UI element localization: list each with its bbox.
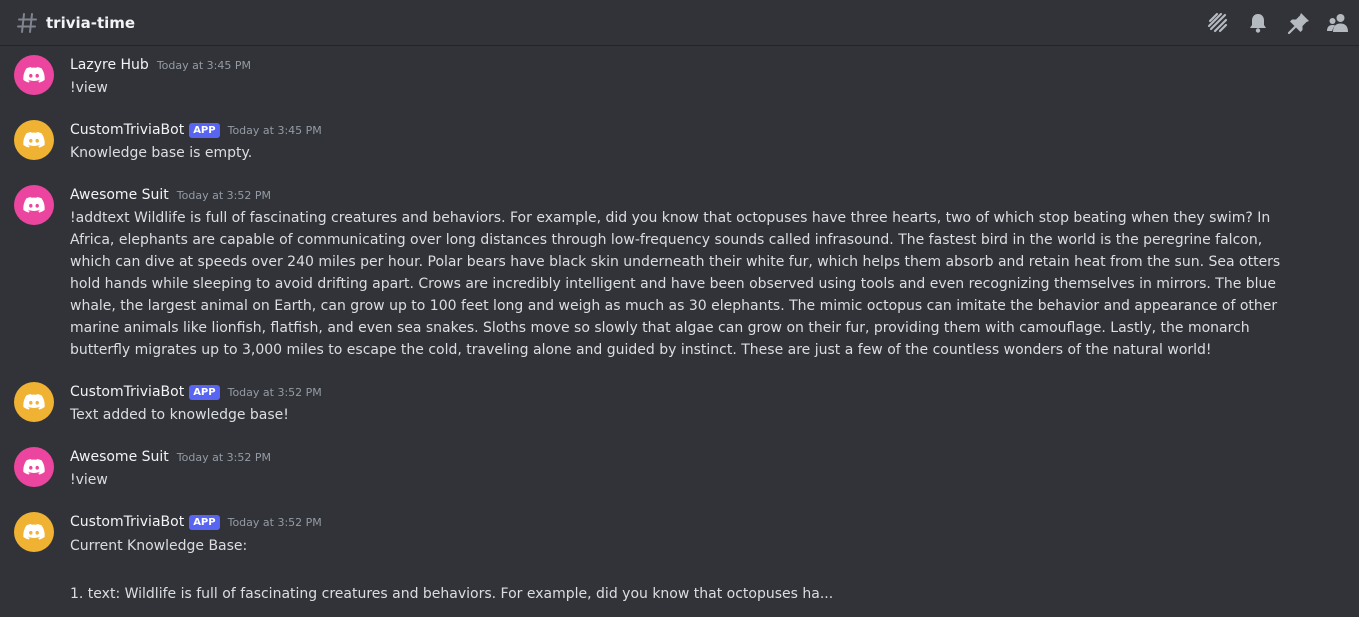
avatar[interactable] xyxy=(14,382,54,422)
timestamp: Today at 3:52 PM xyxy=(227,516,322,529)
pin-icon[interactable] xyxy=(1287,11,1311,35)
message-text: Text added to knowledge base! xyxy=(70,407,289,423)
message-header: CustomTriviaBot APP Today at 3:52 PM xyxy=(70,512,322,532)
message-header: Awesome Suit Today at 3:52 PM xyxy=(70,185,271,205)
timestamp: Today at 3:45 PM xyxy=(156,59,251,72)
timestamp: Today at 3:52 PM xyxy=(176,189,271,202)
channel-header: trivia-time xyxy=(0,0,1359,46)
avatar[interactable] xyxy=(14,512,54,552)
message-text: Current Knowledge Base: 1. text: Wildlif… xyxy=(70,538,834,602)
author-name[interactable]: Awesome Suit xyxy=(70,447,169,467)
channel-name: trivia-time xyxy=(46,14,136,32)
author-name[interactable]: CustomTriviaBot xyxy=(70,120,184,140)
message-text: !view xyxy=(70,80,108,96)
timestamp: Today at 3:45 PM xyxy=(227,124,322,137)
hash-icon xyxy=(17,13,37,33)
discord-logo-icon xyxy=(23,132,45,148)
message-header: Lazyre Hub Today at 3:45 PM xyxy=(70,55,251,75)
discord-logo-icon xyxy=(23,197,45,213)
message-text: Knowledge base is empty. xyxy=(70,145,253,161)
discord-logo-icon xyxy=(23,394,45,410)
author-name[interactable]: CustomTriviaBot xyxy=(70,382,184,402)
message-text: !addtext Wildlife is full of fascinating… xyxy=(70,210,1285,358)
timestamp: Today at 3:52 PM xyxy=(176,451,271,464)
discord-logo-icon xyxy=(23,67,45,83)
avatar[interactable] xyxy=(14,447,54,487)
message-header: CustomTriviaBot APP Today at 3:45 PM xyxy=(70,120,322,140)
discord-logo-icon xyxy=(23,524,45,540)
app-badge: APP xyxy=(189,123,220,138)
author-name[interactable]: Lazyre Hub xyxy=(70,55,149,75)
avatar[interactable] xyxy=(14,185,54,225)
timestamp: Today at 3:52 PM xyxy=(227,386,322,399)
members-icon[interactable] xyxy=(1326,11,1350,35)
threads-icon[interactable] xyxy=(1206,11,1230,35)
message-header: CustomTriviaBot APP Today at 3:52 PM xyxy=(70,382,322,402)
app-badge: APP xyxy=(189,515,220,530)
avatar[interactable] xyxy=(14,55,54,95)
app-badge: APP xyxy=(189,385,220,400)
message-text: !view xyxy=(70,472,108,488)
bell-icon[interactable] xyxy=(1246,11,1270,35)
author-name[interactable]: Awesome Suit xyxy=(70,185,169,205)
message-header: Awesome Suit Today at 3:52 PM xyxy=(70,447,271,467)
author-name[interactable]: CustomTriviaBot xyxy=(70,512,184,532)
discord-logo-icon xyxy=(23,459,45,475)
avatar[interactable] xyxy=(14,120,54,160)
